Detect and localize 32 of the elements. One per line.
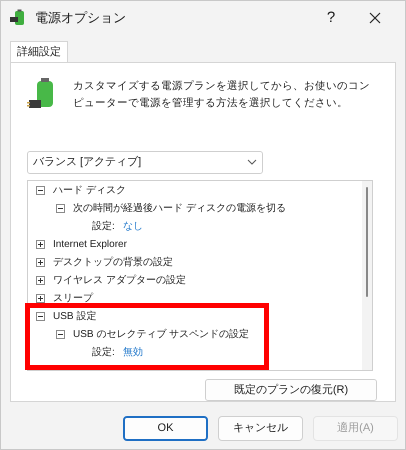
help-button[interactable]: ? — [309, 3, 353, 33]
tab[interactable]: 詳細設定 — [10, 41, 68, 63]
expand-icon[interactable] — [36, 240, 45, 250]
tree-item[interactable]: デスクトップの背景の設定 — [53, 255, 173, 270]
tree-item[interactable]: USB 設定 — [53, 309, 96, 324]
window-title: 電源オプション — [35, 9, 126, 28]
collapse-icon[interactable] — [36, 312, 45, 322]
tree-item[interactable]: 次の時間が経過後ハード ディスクの電源を切る — [73, 201, 286, 216]
setting-value[interactable]: 無効 — [122, 345, 143, 360]
battery-plug-icon — [9, 9, 27, 27]
scrollbar-thumb[interactable] — [366, 186, 368, 297]
collapse-icon[interactable] — [56, 330, 65, 340]
collapse-icon[interactable] — [56, 204, 65, 214]
chevron-down-icon — [247, 159, 257, 166]
expand-icon[interactable] — [36, 276, 45, 286]
restore-defaults-button[interactable]: 既定のプランの復元(R) — [205, 379, 377, 401]
expand-icon[interactable] — [36, 294, 45, 304]
description-text: カスタマイズする電源プランを選択してから、お使いのコンピューターで電源を管理する方法を選択してください。 — [73, 79, 371, 111]
expand-icon[interactable] — [36, 258, 45, 268]
setting-label: 設定: — [92, 220, 115, 234]
collapse-icon[interactable] — [36, 186, 45, 196]
tree-item[interactable]: ワイヤレス アダプターの設定 — [53, 273, 186, 288]
tree-item[interactable]: USB のセレクティブ サスペンドの設定 — [73, 327, 250, 342]
tree-item[interactable]: スリープ — [53, 291, 93, 306]
tree-item[interactable]: ハード ディスク — [53, 183, 126, 198]
dialog-button[interactable]: OK — [123, 416, 208, 441]
dialog-button[interactable]: キャンセル — [218, 416, 303, 441]
tree-item[interactable]: Internet Explorer — [53, 237, 127, 252]
close-icon — [369, 12, 381, 24]
setting-value[interactable]: なし — [122, 219, 143, 234]
setting-label: 設定: — [92, 346, 115, 360]
plan-dropdown[interactable]: バランス [アクティブ] — [27, 151, 263, 174]
